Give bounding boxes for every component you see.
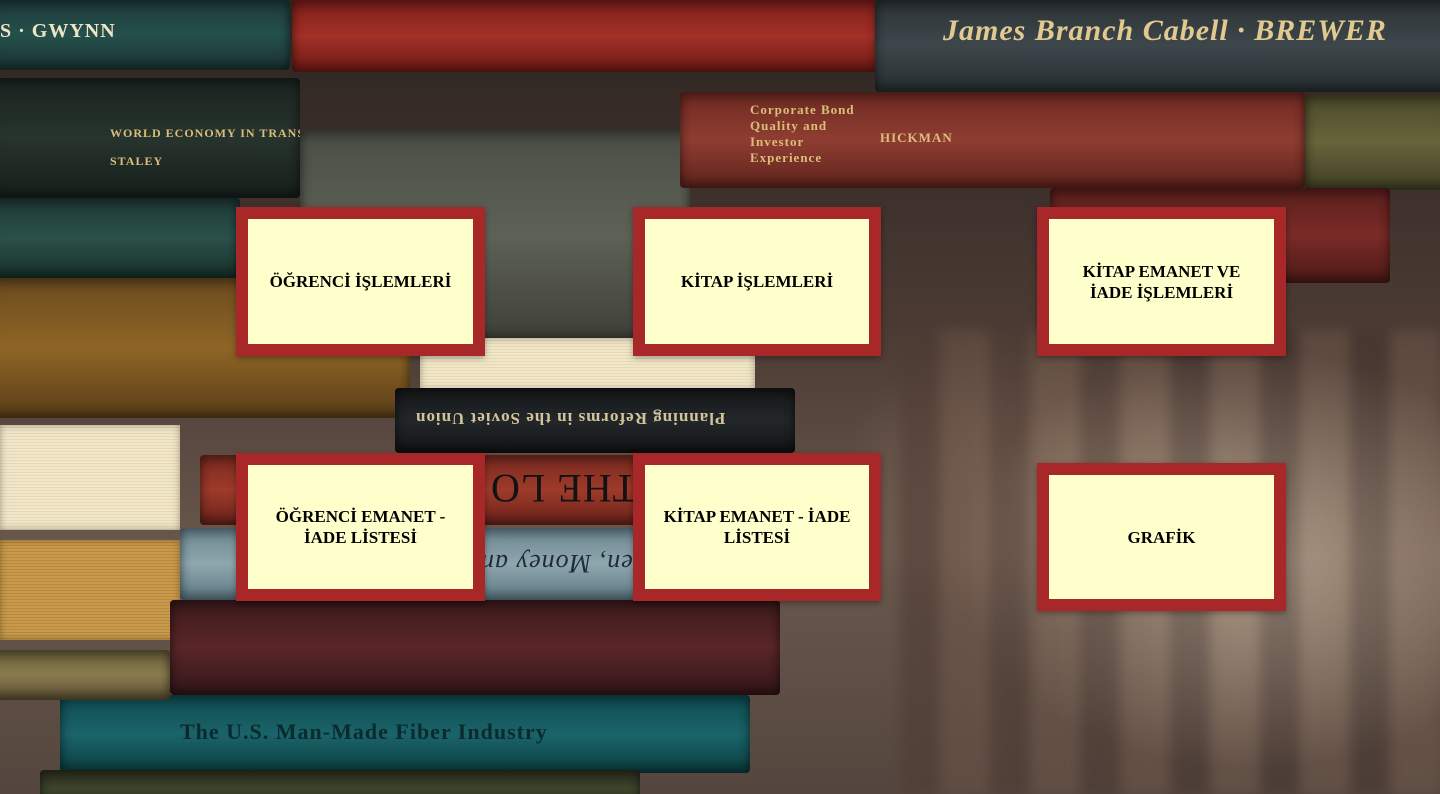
book-spine-maroon: [170, 600, 780, 695]
book-lending-return-operations-button[interactable]: KİTAP EMANET VE İADE İŞLEMLERİ: [1037, 207, 1286, 356]
book-spine-planning-reforms: Planning Reforms in the Soviet Union: [395, 388, 795, 453]
student-operations-button[interactable]: ÖĞRENCİ İŞLEMLERİ: [236, 207, 485, 356]
book-spine-corporate-bond: Corporate Bond Quality and Investor Expe…: [680, 92, 1305, 188]
book-spine-fiber: The U.S. Man-Made Fiber Industry: [60, 695, 750, 773]
book-title: WORLD ECONOMY IN TRANSITION: [110, 126, 300, 140]
book-spine-world-economy: WORLD ECONOMY IN TRANSITION STALEY: [0, 78, 300, 198]
book-spine-olive: [1305, 95, 1440, 190]
book-title: James Branch Cabell · BREWER: [943, 14, 1387, 47]
book-author: HICKMAN: [880, 130, 953, 145]
book-spine-bottom: [40, 770, 640, 794]
chart-label: GRAFİK: [1127, 527, 1196, 547]
book-author: STALEY: [110, 154, 164, 168]
book-title: Corporate Bond Quality and Investor Expe…: [750, 102, 855, 165]
book-spine-cabell: James Branch Cabell · BREWER: [875, 0, 1440, 92]
bookshelf-background: S · GWYNN James Branch Cabell · BREWER W…: [0, 0, 1440, 794]
book-pages: [0, 425, 180, 530]
student-operations-label: ÖĞRENCİ İŞLEMLERİ: [269, 272, 452, 291]
book-spine-red-top: [292, 0, 877, 72]
book-lending-return-operations-label: KİTAP EMANET VE İADE İŞLEMLERİ: [1082, 261, 1241, 302]
book-operations-label: KİTAP İŞLEMLERİ: [680, 272, 834, 291]
chart-button[interactable]: GRAFİK: [1037, 463, 1286, 611]
student-lending-return-list-button[interactable]: ÖĞRENCİ EMANET - İADE LİSTESİ: [236, 453, 485, 601]
book-lending-return-list-label: KİTAP EMANET - İADE LİSTESİ: [663, 507, 851, 547]
book-lending-return-list-button[interactable]: KİTAP EMANET - İADE LİSTESİ: [633, 453, 881, 601]
book-title: en, Money an: [480, 549, 633, 578]
book-pages: [0, 540, 180, 640]
book-title: The U.S. Man-Made Fiber Industry: [180, 719, 548, 744]
book-operations-button[interactable]: KİTAP İŞLEMLERİ: [633, 207, 881, 356]
book-title: S · GWYNN: [0, 20, 116, 42]
book-spine-gwynn: S · GWYNN: [0, 0, 290, 70]
book-title: THE LO: [490, 466, 638, 511]
book-spine-left-bottom: [0, 650, 170, 700]
student-lending-return-list-label: ÖĞRENCİ EMANET - İADE LİSTESİ: [275, 507, 446, 547]
book-spine-teal-pattern: [0, 198, 240, 278]
book-title: Planning Reforms in the Soviet Union: [415, 409, 726, 428]
